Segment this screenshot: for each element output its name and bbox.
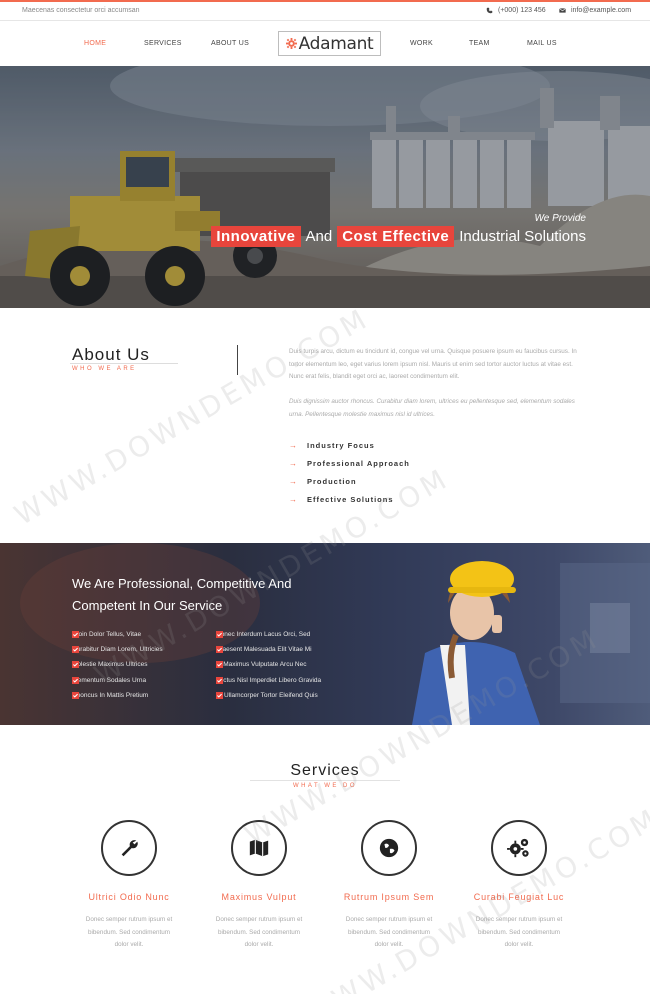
checklist-label: Curabitur Diam Lorem, Ultricies bbox=[72, 646, 163, 653]
checklist-item: Proin Dolor Tellus, Vitae bbox=[72, 631, 141, 638]
hero-highlight-innovative: Innovative bbox=[211, 226, 301, 247]
gears-icon bbox=[507, 838, 529, 858]
main-navigation: HOME SERVICES ABOUT US Adamant WORK TEAM… bbox=[0, 21, 650, 66]
email-address: info@example.com bbox=[571, 7, 632, 14]
feature-item[interactable]: → Effective Solutions bbox=[289, 495, 394, 504]
checklist-item: Lectus Nisl Imperdiet Libero Gravida bbox=[216, 677, 321, 684]
professional-band: We Are Professional, Competitive And Com… bbox=[0, 543, 650, 725]
nav-work[interactable]: WORK bbox=[410, 40, 433, 47]
arrow-right-icon: → bbox=[289, 441, 298, 450]
about-subtitle: WHO WE ARE bbox=[72, 366, 137, 372]
checklist-item: Elementum Sodales Urna bbox=[72, 677, 146, 684]
check-icon bbox=[72, 631, 79, 638]
about-vertical-rule bbox=[237, 345, 238, 375]
services-title: Services bbox=[290, 762, 360, 779]
nav-about-us[interactable]: ABOUT US bbox=[211, 40, 249, 47]
checklist-item: Praesent Malesuada Elit Vitae Mi bbox=[216, 646, 312, 653]
service-card[interactable]: Rutrum Ipsum Sem Donec semper rutrum ips… bbox=[324, 820, 454, 952]
site-logo[interactable]: Adamant bbox=[278, 31, 381, 56]
check-icon bbox=[216, 692, 223, 699]
phone-contact[interactable]: (+000) 123 456 bbox=[486, 7, 546, 14]
checklist-item: In Maximus Vulputate Arcu Nec bbox=[216, 661, 306, 668]
service-description: Donec semper rutrum ipsum et bibendum. S… bbox=[345, 916, 433, 948]
map-icon bbox=[249, 839, 269, 857]
checklist-item: Donec Interdum Lacus Orci, Sed bbox=[216, 631, 310, 638]
service-card[interactable]: Curabi Feugiat Luc Donec semper rutrum i… bbox=[454, 820, 584, 952]
feature-item[interactable]: → Industry Focus bbox=[289, 441, 375, 450]
feature-item[interactable]: → Production bbox=[289, 477, 357, 486]
service-description: Donec semper rutrum ipsum et bibendum. S… bbox=[475, 916, 563, 948]
service-description: Donec semper rutrum ipsum et bibendum. S… bbox=[215, 916, 303, 948]
checklist-label: In Maximus Vulputate Arcu Nec bbox=[216, 661, 307, 668]
checklist-item: At Ullamcorper Tortor Eleifend Quis bbox=[216, 692, 318, 699]
envelope-icon bbox=[559, 8, 566, 13]
service-icon-circle bbox=[101, 820, 157, 876]
hero-headline: Innovative And Cost Effective Industrial… bbox=[211, 226, 586, 247]
feature-label: Effective Solutions bbox=[307, 495, 394, 504]
checklist-label: Molestie Maximus Ultrices bbox=[72, 661, 148, 668]
check-icon bbox=[216, 677, 223, 684]
checklist-label: At Ullamcorper Tortor Eleifend Quis bbox=[216, 692, 318, 699]
services-subtitle: WHAT WE DO bbox=[292, 783, 358, 789]
top-bar: Maecenas consectetur orci accumsan (+000… bbox=[0, 0, 650, 21]
service-name: Maximus Vulput bbox=[221, 892, 297, 902]
arrow-right-icon: → bbox=[289, 495, 298, 504]
professional-heading: We Are Professional, Competitive And Com… bbox=[72, 576, 292, 613]
hero-banner: We Provide Innovative And Cost Effective… bbox=[0, 66, 650, 308]
phone-icon bbox=[486, 7, 493, 14]
feature-label: Production bbox=[307, 477, 357, 486]
checklist-item: Molestie Maximus Ultrices bbox=[72, 661, 148, 668]
services-divider bbox=[250, 780, 400, 781]
checklist-item: Curabitur Diam Lorem, Ultricies bbox=[72, 646, 163, 653]
arrow-right-icon: → bbox=[289, 477, 298, 486]
nav-team[interactable]: TEAM bbox=[469, 40, 490, 47]
checklist-label: Elementum Sodales Urna bbox=[72, 677, 147, 684]
tagline: Maecenas consectetur orci accumsan bbox=[22, 7, 140, 14]
nav-mail-us[interactable]: MAIL US bbox=[527, 40, 557, 47]
service-card[interactable]: Ultrici Odio Nunc Donec semper rutrum ip… bbox=[64, 820, 194, 952]
checklist-label: Praesent Malesuada Elit Vitae Mi bbox=[216, 646, 312, 653]
hero-and: And bbox=[305, 228, 333, 245]
check-icon bbox=[216, 661, 223, 668]
service-card[interactable]: Maximus Vulput Donec semper rutrum ipsum… bbox=[194, 820, 324, 952]
hero-kicker: We Provide bbox=[534, 213, 586, 224]
service-icon-circle bbox=[231, 820, 287, 876]
checklist-label: Rhoncus In Mattis Pretium bbox=[72, 692, 149, 699]
checklist-label: Donec Interdum Lacus Orci, Sed bbox=[216, 631, 311, 638]
email-contact[interactable]: info@example.com bbox=[559, 7, 631, 14]
check-icon bbox=[72, 661, 79, 668]
about-title: About Us bbox=[72, 345, 150, 364]
about-divider bbox=[70, 363, 178, 364]
service-icon-circle bbox=[491, 820, 547, 876]
service-icon-circle bbox=[361, 820, 417, 876]
service-name: Ultrici Odio Nunc bbox=[88, 892, 170, 902]
check-icon bbox=[72, 677, 79, 684]
wrench-icon bbox=[121, 840, 138, 857]
feature-label: Professional Approach bbox=[307, 459, 410, 468]
nav-home[interactable]: HOME bbox=[84, 40, 106, 47]
nav-services[interactable]: SERVICES bbox=[144, 40, 182, 47]
checklist-label: Proin Dolor Tellus, Vitae bbox=[72, 631, 142, 638]
arrow-right-icon: → bbox=[289, 459, 298, 468]
hero-illustration bbox=[0, 66, 650, 308]
feature-item[interactable]: → Professional Approach bbox=[289, 459, 410, 468]
hero-highlight-cost-effective: Cost Effective bbox=[337, 226, 455, 247]
about-paragraph-2: Duis dignissim auctor rhoncus. Curabitur… bbox=[289, 398, 575, 418]
service-description: Donec semper rutrum ipsum et bibendum. S… bbox=[85, 916, 173, 948]
phone-number: (+000) 123 456 bbox=[498, 7, 546, 14]
about-paragraph-1: Duis turpis arcu, dictum eu tincidunt id… bbox=[289, 348, 577, 380]
logo-text: Adamant bbox=[298, 33, 374, 54]
feature-label: Industry Focus bbox=[307, 441, 375, 450]
hero-tail: Industrial Solutions bbox=[459, 228, 586, 245]
checklist-item: Rhoncus In Mattis Pretium bbox=[72, 692, 148, 699]
gear-logo-icon bbox=[285, 38, 297, 49]
check-icon bbox=[216, 631, 223, 638]
service-name: Curabi Feugiat Luc bbox=[473, 892, 565, 902]
checklist-label: Lectus Nisl Imperdiet Libero Gravida bbox=[216, 677, 322, 684]
globe-icon bbox=[379, 838, 399, 858]
service-name: Rutrum Ipsum Sem bbox=[343, 892, 435, 902]
check-icon bbox=[72, 692, 79, 699]
check-icon bbox=[72, 646, 79, 653]
check-icon bbox=[216, 646, 223, 653]
